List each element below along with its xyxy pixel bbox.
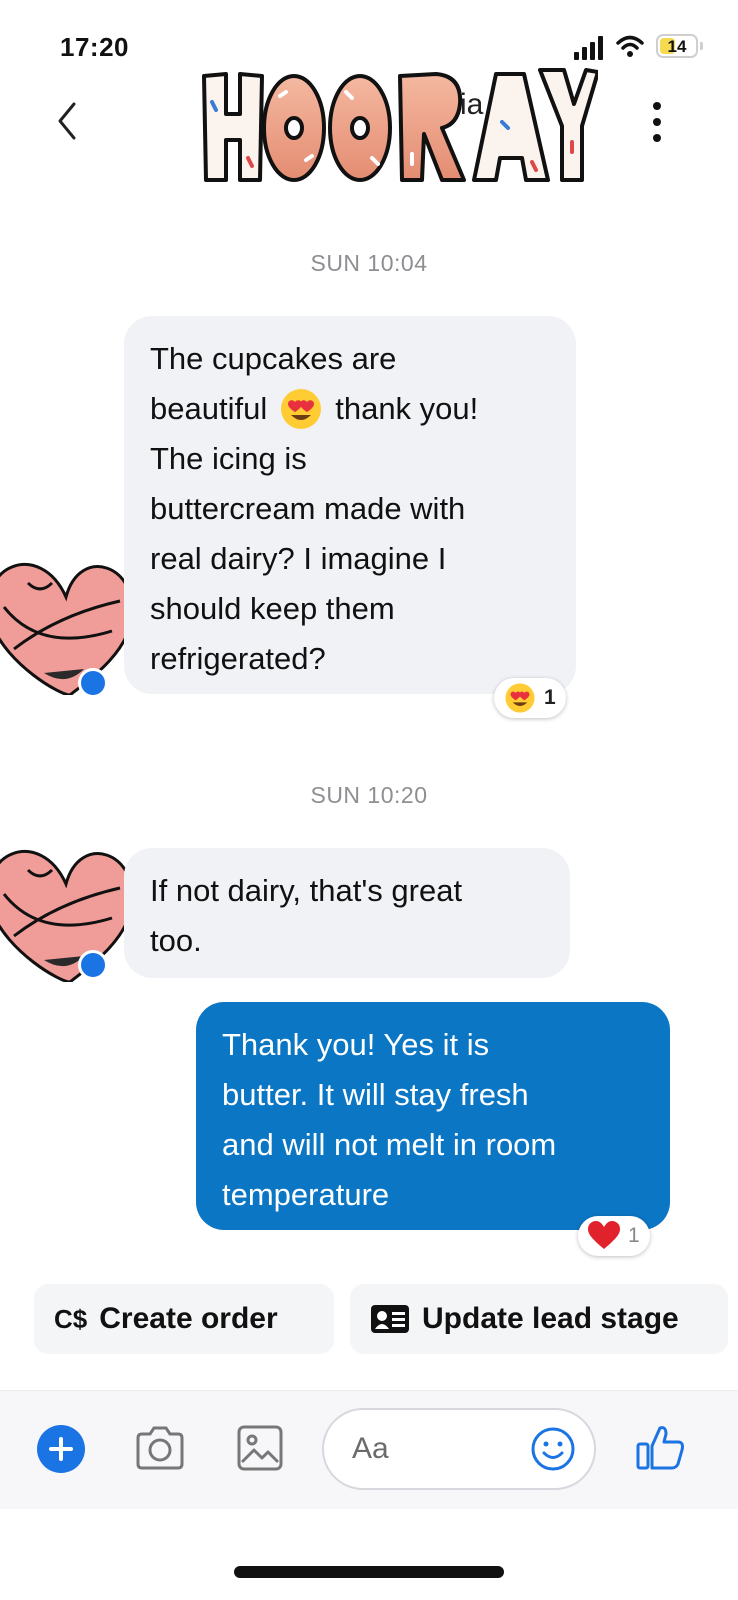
message-line: too.	[150, 923, 202, 958]
timestamp: SUN 10:20	[310, 782, 428, 808]
like-icon[interactable]	[634, 1420, 688, 1474]
message-line: beautiful thank you!	[150, 384, 550, 434]
reaction-count: 1	[544, 686, 556, 709]
contact-avatar[interactable]	[0, 832, 136, 982]
red-heart-emoji-icon	[588, 1221, 620, 1249]
plus-icon[interactable]	[36, 1424, 86, 1474]
contact-avatar[interactable]	[0, 545, 136, 695]
message-text: thank you!	[335, 391, 479, 426]
message-bubble-incoming[interactable]: If not dairy, that's great too.	[124, 848, 570, 978]
message-line: butter. It will stay fresh	[222, 1077, 529, 1112]
message-line: and will not melt in room	[222, 1127, 557, 1162]
message-input[interactable]: Aa	[322, 1408, 596, 1490]
message-line: refrigerated?	[150, 641, 326, 676]
contact-card-icon	[371, 1305, 409, 1333]
message-line: buttercream made with	[150, 491, 466, 526]
battery-percent: 14	[667, 37, 687, 56]
message-reaction[interactable]: 1	[494, 678, 566, 718]
message-line: should keep them	[150, 591, 395, 626]
battery-tip	[700, 42, 703, 50]
message-line: If not dairy, that's great	[150, 873, 463, 908]
message-line: The cupcakes are	[150, 341, 397, 376]
status-time: 17:20	[60, 32, 129, 62]
emoji-icon[interactable]	[530, 1426, 576, 1472]
heart-eyes-emoji-icon	[281, 389, 322, 429]
camera-icon[interactable]	[134, 1424, 186, 1472]
message-text: beautiful	[150, 391, 268, 426]
wifi-icon	[616, 35, 644, 57]
more-options-icon[interactable]	[650, 100, 664, 144]
signal-icon	[574, 36, 603, 60]
back-button[interactable]	[48, 96, 88, 146]
message-reaction[interactable]: 1	[578, 1216, 650, 1256]
create-order-label: Create order	[99, 1302, 278, 1335]
currency-icon: C$	[54, 1303, 88, 1334]
message-line: Thank you! Yes it is	[222, 1027, 490, 1062]
update-lead-stage-button[interactable]: Update lead stage	[350, 1284, 728, 1354]
message-line: temperature	[222, 1177, 390, 1212]
messenger-badge-icon	[78, 668, 108, 698]
timestamp: SUN 10:04	[310, 250, 428, 276]
battery-icon: 14	[656, 34, 698, 58]
create-order-button[interactable]: C$ Create order	[34, 1284, 334, 1354]
hooray-logo: ia	[202, 68, 598, 182]
message-bubble-incoming[interactable]: The cupcakes are beautiful thank you! Th…	[124, 316, 576, 694]
heart-eyes-emoji-icon	[505, 683, 535, 713]
home-indicator	[234, 1566, 504, 1578]
message-line: The icing is	[150, 441, 307, 476]
message-input-placeholder: Aa	[352, 1432, 389, 1465]
message-line: real dairy? I imagine I	[150, 541, 447, 576]
logo-subtext: ia	[460, 88, 484, 121]
message-bubble-outgoing[interactable]: Thank you! Yes it is butter. It will sta…	[196, 1002, 670, 1230]
gallery-icon[interactable]	[236, 1424, 284, 1472]
reaction-count: 1	[628, 1224, 640, 1247]
messenger-badge-icon	[78, 950, 108, 980]
update-lead-stage-label: Update lead stage	[422, 1302, 679, 1335]
